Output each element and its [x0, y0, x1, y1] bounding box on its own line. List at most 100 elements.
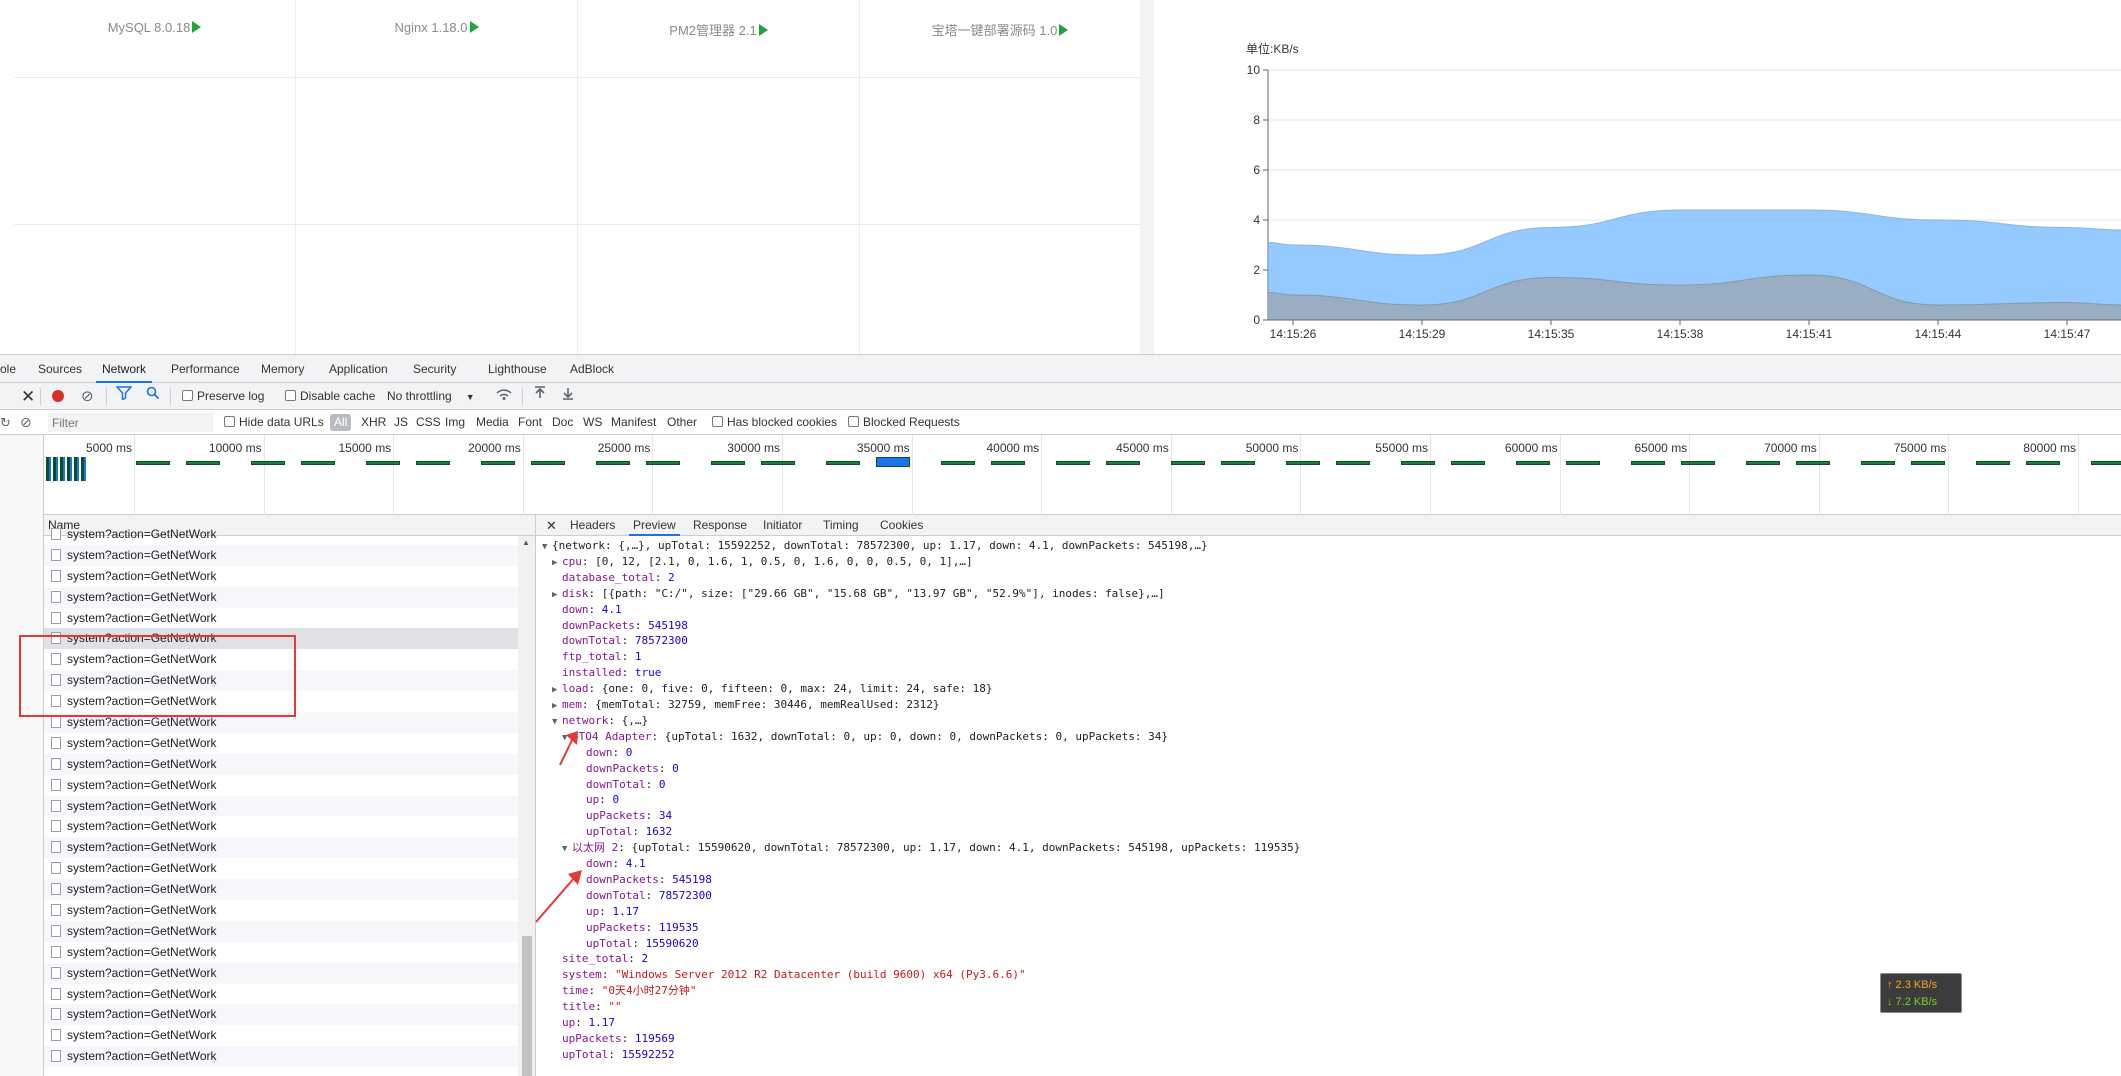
filter-type-other[interactable]: Other [667, 410, 697, 435]
tab-preview[interactable]: Preview [629, 515, 680, 536]
filter-toggle-icon[interactable] [115, 383, 133, 410]
tab-initiator[interactable]: Initiator [759, 515, 806, 536]
request-row[interactable]: system?action=GetNetWork [44, 524, 518, 545]
tab-sources[interactable]: Sources [32, 355, 88, 383]
json-line[interactable]: ▼ {network: {,…}, upTotal: 15592252, down… [542, 538, 1208, 554]
filter-type-css[interactable]: CSS [416, 410, 441, 435]
tab-application[interactable]: Application [323, 355, 394, 383]
request-row[interactable]: system?action=GetNetWork [44, 879, 518, 901]
expanded-arrow-icon[interactable]: ▼ [552, 714, 562, 730]
overview-gridline [1689, 435, 1691, 515]
filter-type-doc[interactable]: Doc [552, 410, 573, 435]
filter-type-img[interactable]: Img [445, 410, 465, 435]
json-value: {upTotal: 15590620, downTotal: 78572300,… [631, 841, 1301, 855]
throttling-select[interactable]: No throttling ▼ [387, 383, 475, 410]
json-line[interactable]: ▶ cpu: [0, 12, [2.1, 0, 1.6, 1, 0.5, 0, 1… [552, 554, 973, 570]
refresh-icon[interactable]: ↻ [0, 410, 11, 435]
filter-type-js[interactable]: JS [394, 410, 408, 435]
filter-type-ws[interactable]: WS [583, 410, 602, 435]
search-icon[interactable] [146, 383, 160, 410]
request-row[interactable]: system?action=GetNetWork [44, 858, 518, 879]
request-row[interactable]: system?action=GetNetWork [44, 544, 518, 566]
tab-network[interactable]: Network [96, 355, 153, 383]
expanded-arrow-icon[interactable]: ▼ [562, 841, 572, 857]
json-line[interactable]: ▼ 6TO4 Adapter: {upTotal: 1632, downTotal… [562, 729, 1168, 745]
disable-cache-checkbox[interactable]: Disable cache [285, 383, 375, 410]
play-icon[interactable] [469, 21, 479, 33]
software-item-mysql[interactable]: MySQL 8.0.18 [14, 0, 296, 77]
play-icon[interactable] [192, 21, 202, 33]
record-button[interactable] [52, 383, 64, 410]
json-line[interactable]: ▼ network: {,…} [552, 713, 648, 729]
scroll-up-icon[interactable]: ▲ [522, 538, 530, 547]
request-row[interactable]: system?action=GetNetWork [44, 900, 518, 921]
json-key: time [562, 984, 589, 998]
request-row[interactable]: system?action=GetNetWork [44, 608, 518, 629]
software-item-deploy[interactable]: 宝塔一键部署源码 1.0 [860, 0, 1140, 77]
request-row[interactable]: system?action=GetNetWork [44, 837, 518, 859]
request-row[interactable]: system?action=GetNetWork [44, 984, 518, 1005]
filter-type-all[interactable]: All [330, 410, 352, 435]
filter-type-manifest[interactable]: Manifest [611, 410, 656, 435]
tab-memory[interactable]: Memory [255, 355, 310, 383]
tab-lighthouse[interactable]: Lighthouse [482, 355, 553, 383]
collapsed-arrow-icon[interactable]: ▶ [552, 698, 562, 714]
request-row[interactable]: system?action=GetNetWork [44, 586, 518, 608]
request-row[interactable]: system?action=GetNetWork [44, 566, 518, 587]
filter-type-font[interactable]: Font [518, 410, 542, 435]
close-detail-icon[interactable]: ✕ [542, 515, 561, 536]
request-row[interactable]: system?action=GetNetWork [44, 753, 518, 775]
expanded-arrow-icon[interactable]: ▼ [562, 730, 572, 746]
scrollbar-thumb[interactable] [522, 936, 532, 1076]
expanded-arrow-icon[interactable]: ▼ [542, 539, 552, 555]
software-item-pm2[interactable]: PM2管理器 2.1 [578, 0, 860, 77]
request-list-scrollbar[interactable]: ▲ [518, 536, 535, 1076]
clear-icon[interactable]: ⊘ [81, 383, 94, 410]
request-row[interactable]: system?action=GetNetWork [44, 795, 518, 817]
close-icon[interactable]: ✕ [21, 383, 35, 410]
export-har-icon[interactable] [561, 383, 575, 410]
request-row[interactable]: system?action=GetNetWork [44, 775, 518, 796]
tab-timing[interactable]: Timing [819, 515, 863, 536]
network-conditions-icon[interactable] [495, 383, 513, 410]
tab-adblock[interactable]: AdBlock [564, 355, 620, 383]
json-line[interactable]: ▼ 以太网 2: {upTotal: 15590620, downTotal: 7… [562, 840, 1300, 856]
json-separator: : [634, 618, 649, 632]
tab-console[interactable]: ole [0, 355, 22, 383]
json-key: down [586, 857, 613, 870]
json-line[interactable]: ▶ load: {one: 0, five: 0, fifteen: 0, max… [552, 681, 992, 697]
play-icon[interactable] [758, 24, 768, 36]
tab-security[interactable]: Security [407, 355, 462, 383]
filter-type-xhr[interactable]: XHR [361, 410, 386, 435]
collapsed-arrow-icon[interactable]: ▶ [552, 555, 562, 571]
tab-response[interactable]: Response [689, 515, 751, 536]
json-line: up: 0 [576, 792, 619, 808]
filter-input[interactable] [48, 413, 213, 432]
request-row[interactable]: system?action=GetNetWork [44, 942, 518, 963]
preserve-log-checkbox[interactable]: Preserve log [182, 383, 264, 410]
request-row[interactable]: system?action=GetNetWork [44, 962, 518, 984]
json-line[interactable]: ▶ disk: [{path: "C:/", size: ["29.66 GB",… [552, 586, 1165, 602]
overview-request-bar [941, 461, 975, 465]
network-overview[interactable]: 5000 ms 10000 ms 15000 ms 20000 ms 25000 ms 3… [44, 435, 2121, 515]
tab-performance[interactable]: Performance [165, 355, 246, 383]
blocked-requests-checkbox[interactable]: Blocked Requests [848, 410, 960, 435]
request-row[interactable]: system?action=GetNetWork [44, 733, 518, 754]
collapsed-arrow-icon[interactable]: ▶ [552, 682, 562, 698]
block-icon[interactable]: ⊘ [20, 410, 32, 435]
import-har-icon[interactable] [533, 383, 547, 410]
filter-type-media[interactable]: Media [476, 410, 509, 435]
has-blocked-cookies-checkbox[interactable]: Has blocked cookies [712, 410, 837, 435]
software-item-nginx[interactable]: Nginx 1.18.0 [296, 0, 578, 77]
json-line[interactable]: ▶ mem: {memTotal: 32759, memFree: 30446, … [552, 697, 940, 713]
tab-cookies[interactable]: Cookies [876, 515, 927, 536]
play-icon[interactable] [1059, 24, 1069, 36]
tab-headers[interactable]: Headers [566, 515, 619, 536]
request-row[interactable]: system?action=GetNetWork [44, 1025, 518, 1046]
request-row[interactable]: system?action=GetNetWork [44, 816, 518, 837]
request-row[interactable]: system?action=GetNetWork [44, 1004, 518, 1026]
request-row[interactable]: system?action=GetNetWork [44, 920, 518, 942]
request-row[interactable]: system?action=GetNetWork [44, 1046, 518, 1068]
hide-data-urls-checkbox[interactable]: Hide data URLs [224, 410, 324, 435]
collapsed-arrow-icon[interactable]: ▶ [552, 587, 562, 603]
